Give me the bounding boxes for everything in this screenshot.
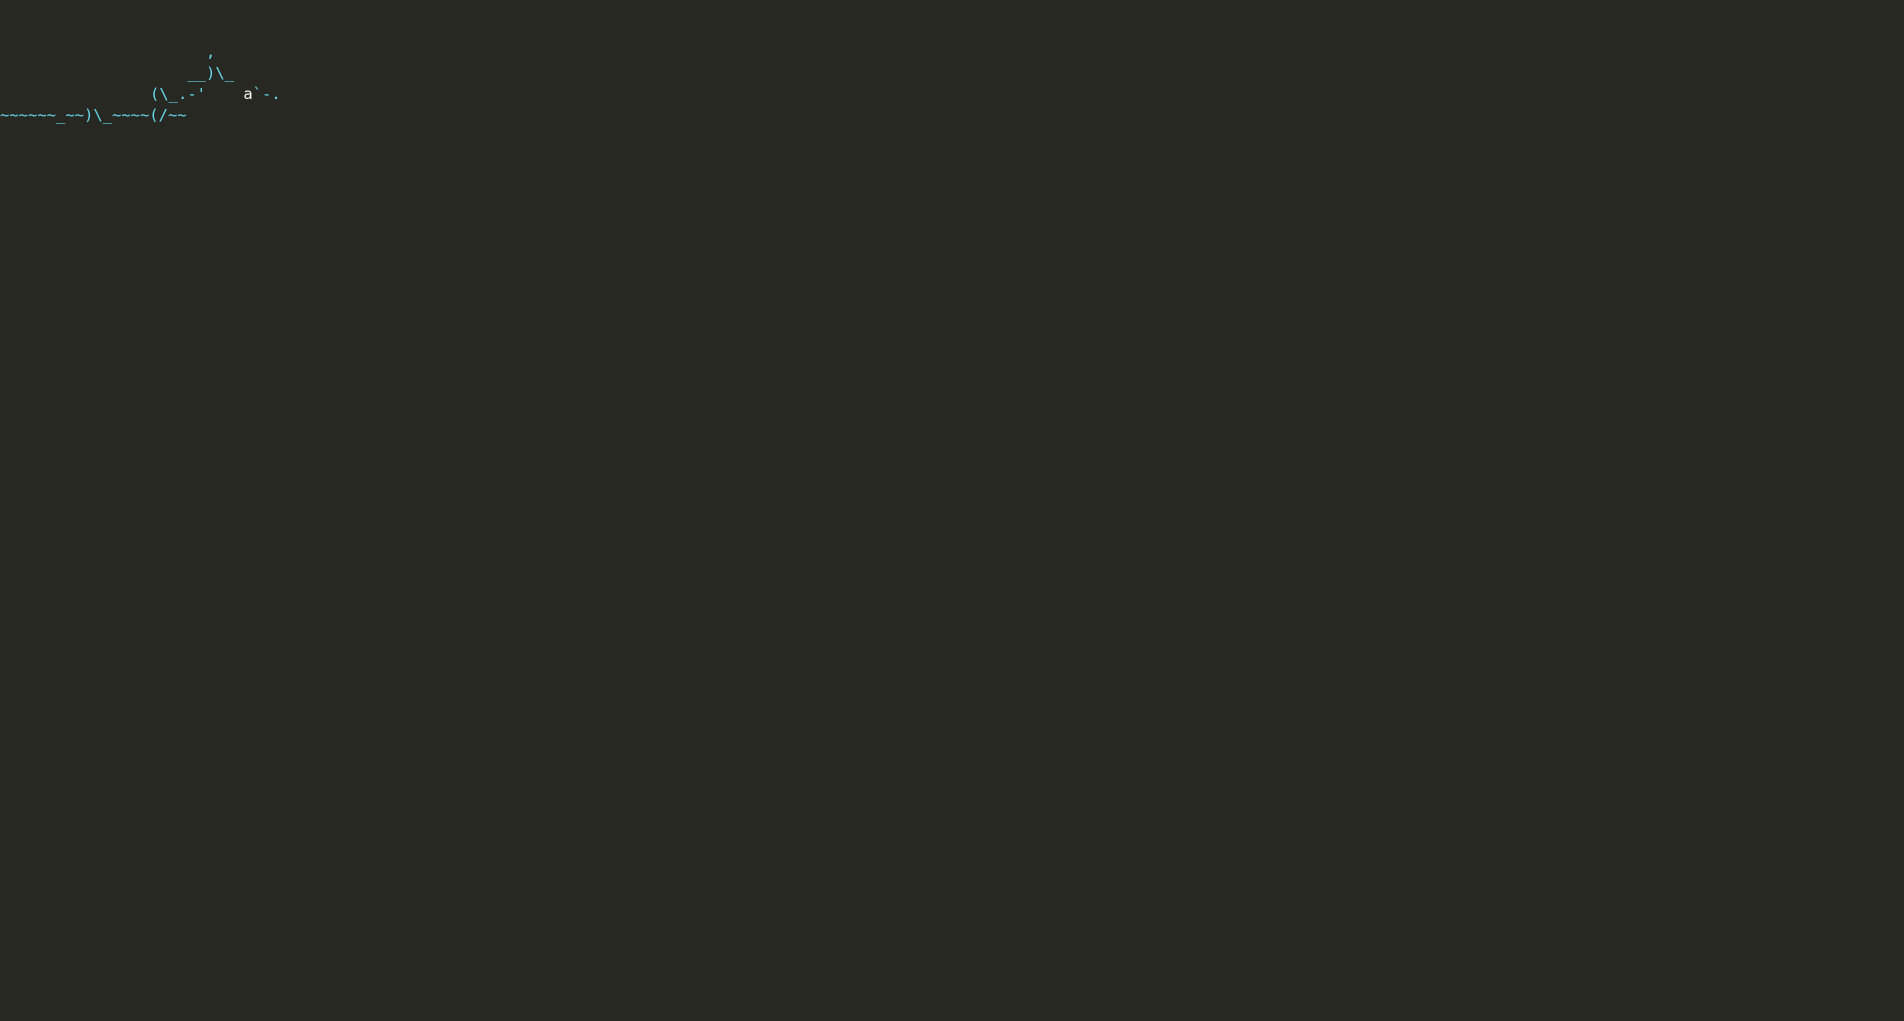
asciiquarium-terminal[interactable]: , __)\_ (\_.-' a`-. ~~~~~~_~~)\_~~~~(/~~: [0, 0, 1904, 1021]
ship-on-surface: , __)\_ (\_.-' a`-.: [150, 43, 281, 103]
water-surface: ~~~~~~_~~)\_~~~~(/~~: [0, 106, 187, 124]
